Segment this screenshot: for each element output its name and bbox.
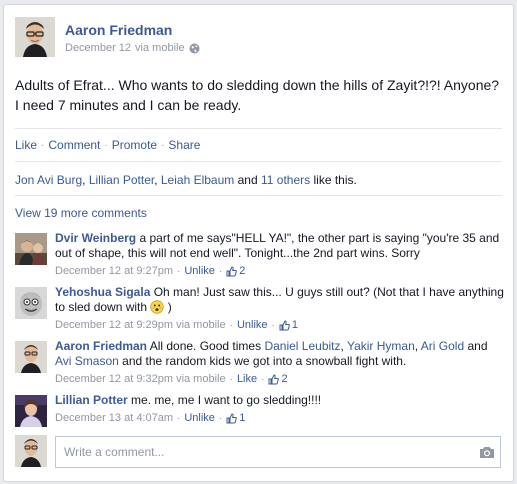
comment-likes-count: 1 xyxy=(291,319,298,331)
liker-name[interactable]: Jon Avi Burg xyxy=(15,173,82,187)
separator-dot: · xyxy=(104,139,108,151)
view-more-link[interactable]: View 19 more comments xyxy=(15,206,147,220)
tagged-person[interactable]: Yakir Hyman xyxy=(347,339,415,353)
tagged-person[interactable]: Ari Gold xyxy=(421,339,464,353)
comment-meta: December 12 at 9:32pm via mobile · Like … xyxy=(55,372,505,387)
likes-others-link[interactable]: 11 others xyxy=(261,173,310,187)
comment-body: Aaron Friedman All done. Good times Dani… xyxy=(55,339,505,387)
likes-suffix: like this. xyxy=(313,173,357,187)
post-date[interactable]: December 12 xyxy=(65,42,131,54)
unlike-link[interactable]: Unlike xyxy=(184,411,215,426)
commenter-avatar[interactable] xyxy=(15,341,47,373)
post-author-name[interactable]: Aaron Friedman xyxy=(65,22,172,38)
comment-item: Dvir Weinberg a part of me says"HELL YA!… xyxy=(15,231,505,279)
author-avatar[interactable] xyxy=(15,17,55,57)
divider xyxy=(15,128,502,129)
separator-dot: · xyxy=(261,374,265,385)
separator-dot: · xyxy=(229,374,233,385)
post-text: Adults of Efrat... Who wants to do sledd… xyxy=(15,77,500,113)
view-more-comments: View 19 more comments xyxy=(15,206,147,220)
separator-dot: · xyxy=(177,413,181,424)
commenter-avatar[interactable] xyxy=(15,395,47,427)
comment-item: Yehoshua Sigala Oh man! Just saw this...… xyxy=(15,285,505,333)
divider xyxy=(15,195,502,196)
post-card: Aaron Friedman December 12 via mobile Ad… xyxy=(3,4,514,482)
promote-link[interactable]: Promote xyxy=(112,138,157,152)
separator-dot: · xyxy=(177,266,181,277)
share-link[interactable]: Share xyxy=(168,138,200,152)
likes-summary: Jon Avi Burg, Lillian Potter, Leiah Elba… xyxy=(15,173,357,187)
liker-name[interactable]: Lillian Potter xyxy=(89,173,154,187)
comment-item: Lillian Potter me. me, me I want to go s… xyxy=(15,393,505,427)
globe-icon[interactable] xyxy=(189,43,200,54)
thumbs-up-icon xyxy=(226,266,238,277)
like-comment-link[interactable]: Like xyxy=(237,372,257,387)
thumbs-up-icon xyxy=(226,413,238,424)
separator-dot: · xyxy=(271,320,275,331)
unlike-link[interactable]: Unlike xyxy=(184,264,215,279)
comment-likes[interactable]: 1 xyxy=(226,411,245,426)
comment-text: All done. Good times xyxy=(149,339,262,353)
divider xyxy=(15,161,502,162)
comment-input[interactable] xyxy=(55,436,501,468)
post-actions: Like · Comment · Promote · Share xyxy=(15,138,200,152)
embarrassed-face-icon xyxy=(150,300,165,314)
separator-dot: · xyxy=(218,266,223,277)
comment-body: Lillian Potter me. me, me I want to go s… xyxy=(55,393,505,426)
comment-likes[interactable]: 1 xyxy=(279,318,298,333)
post-header: Aaron Friedman December 12 via mobile xyxy=(15,17,495,61)
separator-dot: · xyxy=(218,413,223,424)
comment-likes-count: 2 xyxy=(281,373,288,385)
comment-text-end: ) xyxy=(167,300,172,314)
unlike-link[interactable]: Unlike xyxy=(237,318,268,333)
comment-author[interactable]: Dvir Weinberg xyxy=(55,231,136,245)
comment-likes[interactable]: 2 xyxy=(268,372,288,387)
commenter-avatar[interactable] xyxy=(15,233,47,265)
comment-author[interactable]: Lillian Potter xyxy=(55,393,128,407)
comment-body: Dvir Weinberg a part of me says"HELL YA!… xyxy=(55,231,505,279)
comment-text: me. me, me I want to go sledding!!!! xyxy=(131,393,322,407)
comment-author[interactable]: Yehoshua Sigala xyxy=(55,285,150,299)
comment-text-and: and xyxy=(467,339,488,353)
comment-likes[interactable]: 2 xyxy=(226,264,245,279)
comment-meta: December 13 at 4:07am · Unlike · 1 xyxy=(55,411,505,426)
comment-author[interactable]: Aaron Friedman xyxy=(55,339,147,353)
comment-meta: December 12 at 9:29pm via mobile · Unlik… xyxy=(55,318,505,333)
comment-time[interactable]: December 13 at 4:07am xyxy=(55,411,173,426)
comment-link[interactable]: Comment xyxy=(48,138,100,152)
thumbs-up-icon xyxy=(279,320,290,331)
camera-icon[interactable] xyxy=(479,446,495,459)
comment-item: Aaron Friedman All done. Good times Dani… xyxy=(15,339,505,387)
tagged-person[interactable]: Daniel Leubitz xyxy=(264,339,340,353)
separator-dot: · xyxy=(161,139,165,151)
post-via: via mobile xyxy=(135,42,185,54)
like-link[interactable]: Like xyxy=(15,138,37,152)
separator-dot: · xyxy=(229,320,233,331)
comment-likes-count: 2 xyxy=(239,265,246,277)
comment-meta: December 12 at 9:27pm · Unlike · 2 xyxy=(55,264,505,279)
viewer-avatar xyxy=(15,435,47,467)
liker-name[interactable]: Leiah Elbaum xyxy=(161,173,234,187)
comment-composer xyxy=(15,435,505,469)
comment-time[interactable]: December 12 at 9:29pm via mobile xyxy=(55,318,226,333)
commenter-avatar[interactable] xyxy=(15,287,47,319)
comment-time[interactable]: December 12 at 9:32pm via mobile xyxy=(55,372,226,387)
likes-and: and xyxy=(237,173,258,187)
tagged-person[interactable]: Avi Smason xyxy=(55,354,119,368)
comment-body: Yehoshua Sigala Oh man! Just saw this...… xyxy=(55,285,505,333)
comment-time[interactable]: December 12 at 9:27pm xyxy=(55,264,173,279)
comment-text-end: and the random kids we got into a snowba… xyxy=(122,354,407,368)
comment-likes-count: 1 xyxy=(239,412,246,424)
thumbs-up-icon xyxy=(268,374,280,385)
post-meta: December 12 via mobile xyxy=(65,42,200,54)
separator-dot: · xyxy=(41,139,45,151)
